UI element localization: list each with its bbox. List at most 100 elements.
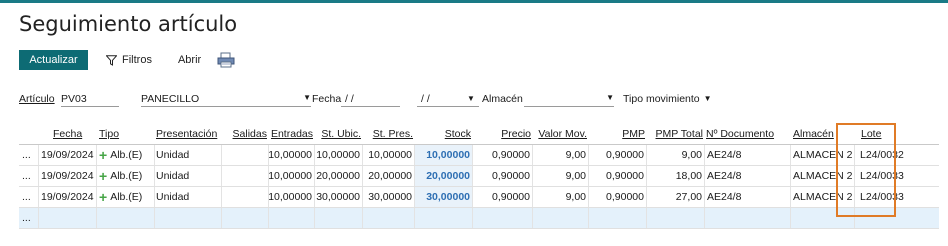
cell-almacen[interactable] (791, 208, 855, 228)
cell-tipo-label: Alb.(E) (110, 170, 143, 182)
col-lote[interactable]: Lote (861, 124, 921, 144)
cell-n-documento[interactable] (705, 208, 791, 228)
cell-lote[interactable] (855, 208, 939, 228)
col-n-documento[interactable]: Nº Documento (706, 124, 786, 144)
cell-n-documento: AE24/8 (705, 145, 791, 165)
cell-entradas: 10,00000 (269, 187, 315, 207)
date-label: Fecha (312, 93, 342, 105)
cell-st-ubic: 30,00000 (315, 187, 363, 207)
cell-stock: 10,00000 (415, 145, 473, 165)
cell-presentacion: Unidad (155, 166, 222, 186)
cell-st-pres: 30,00000 (363, 187, 415, 207)
cell-st-ubic[interactable] (315, 208, 363, 228)
article-name-select[interactable]: PANECILLO ▼ (141, 93, 311, 107)
cell-pmp-total: 9,00 (647, 145, 705, 165)
cell-presentacion[interactable] (155, 208, 222, 228)
cell-fecha: 19/09/2024 (39, 145, 97, 165)
cell-st-pres: 10,00000 (363, 145, 415, 165)
plus-icon: + (99, 147, 108, 163)
cell-pmp[interactable] (589, 208, 647, 228)
col-presentacion[interactable]: Presentación (156, 124, 226, 144)
col-st-pres[interactable]: St. Pres. (363, 124, 413, 144)
cell-tipo: + Alb.(E) (97, 187, 155, 207)
open-button[interactable]: Abrir (178, 54, 201, 66)
cell-valor-mov: 9,00 (533, 166, 589, 186)
movement-type-select[interactable]: Tipo movimiento ▼ (623, 93, 712, 105)
refresh-button[interactable]: Actualizar (19, 50, 88, 70)
cell-precio: 0,90000 (473, 166, 533, 186)
cell-salidas (222, 187, 269, 207)
table-row[interactable]: ... 19/09/2024 + Alb.(E) Unidad 10,00000… (19, 145, 939, 166)
cell-tipo: + Alb.(E) (97, 166, 155, 186)
cell-presentacion: Unidad (155, 145, 222, 165)
toolbar: Actualizar Filtros Abrir (19, 49, 235, 71)
cell-almacen: ALMACEN 2 (791, 187, 855, 207)
col-pmp-total[interactable]: PMP Total (647, 124, 703, 144)
cell-pmp-total: 18,00 (647, 166, 705, 186)
cell-tipo-label: Alb.(E) (110, 191, 143, 203)
print-icon[interactable] (217, 52, 235, 68)
chevron-down-icon: ▼ (703, 94, 712, 103)
table-row[interactable]: ... 19/09/2024 + Alb.(E) Unidad 10,00000… (19, 166, 939, 187)
table-row[interactable]: ... 19/09/2024 + Alb.(E) Unidad 10,00000… (19, 187, 939, 208)
top-accent-bar (0, 0, 948, 3)
filters-button[interactable]: Filtros (106, 54, 152, 66)
cell-stock[interactable] (415, 208, 473, 228)
col-pmp[interactable]: PMP (589, 124, 645, 144)
movement-type-label: Tipo movimiento (623, 93, 700, 105)
col-precio[interactable]: Precio (473, 124, 531, 144)
col-stock[interactable]: Stock (415, 124, 471, 144)
cell-fecha[interactable] (39, 208, 97, 228)
row-menu-button[interactable]: ... (19, 187, 39, 207)
cell-entradas: 10,00000 (269, 166, 315, 186)
col-st-ubic[interactable]: St. Ubic. (315, 124, 361, 144)
chevron-down-icon: ▼ (303, 93, 311, 102)
plus-icon: + (99, 168, 108, 184)
cell-salidas (222, 166, 269, 186)
col-tipo[interactable]: Tipo (97, 124, 153, 144)
col-salidas[interactable]: Salidas (221, 124, 267, 144)
cell-fecha: 19/09/2024 (39, 166, 97, 186)
date-from-input[interactable]: / / (341, 93, 400, 107)
cell-entradas[interactable] (269, 208, 315, 228)
date-range-dropdown-icon[interactable]: ▼ (467, 94, 475, 103)
col-valor-mov[interactable]: Valor Mov. (533, 124, 587, 144)
new-row[interactable]: ... (19, 208, 939, 229)
article-code-input[interactable]: PV03 (61, 93, 119, 107)
filter-icon (106, 54, 117, 66)
filter-row: Artículo PV03 PANECILLO ▼ Fecha / / / / … (19, 93, 929, 107)
cell-valor-mov: 9,00 (533, 145, 589, 165)
col-entradas[interactable]: Entradas (269, 124, 313, 144)
cell-pmp: 0,90000 (589, 145, 647, 165)
cell-salidas[interactable] (222, 208, 269, 228)
cell-almacen: ALMACEN 2 (791, 166, 855, 186)
article-code-value: PV03 (61, 93, 87, 105)
cell-stock: 30,00000 (415, 187, 473, 207)
cell-precio[interactable] (473, 208, 533, 228)
row-menu-button[interactable]: ... (19, 145, 39, 165)
cell-valor-mov[interactable] (533, 208, 589, 228)
cell-lote: L24/0033 (860, 170, 904, 182)
plus-icon: + (99, 189, 108, 205)
cell-salidas (222, 145, 269, 165)
cell-presentacion: Unidad (155, 187, 222, 207)
cell-st-pres: 20,00000 (363, 166, 415, 186)
row-menu-button[interactable]: ... (19, 208, 39, 228)
cell-entradas: 10,00000 (269, 145, 315, 165)
cell-almacen: ALMACEN 2 (791, 145, 855, 165)
cell-fecha: 19/09/2024 (39, 187, 97, 207)
article-name-value: PANECILLO (141, 93, 200, 105)
warehouse-select[interactable]: ▼ (524, 93, 614, 107)
col-almacen[interactable]: Almacén (793, 124, 853, 144)
cell-stock-value: 20,00000 (426, 170, 470, 182)
cell-st-pres[interactable] (363, 208, 415, 228)
movements-table: Fecha Tipo Presentación Salidas Entradas… (19, 124, 939, 229)
cell-tipo[interactable] (97, 208, 155, 228)
cell-pmp-total[interactable] (647, 208, 705, 228)
cell-stock-value: 30,00000 (426, 191, 470, 203)
cell-valor-mov: 9,00 (533, 187, 589, 207)
cell-stock-value: 10,00000 (426, 149, 470, 161)
row-menu-button[interactable]: ... (19, 166, 39, 186)
article-label[interactable]: Artículo (19, 93, 55, 105)
table-header: Fecha Tipo Presentación Salidas Entradas… (19, 124, 939, 145)
